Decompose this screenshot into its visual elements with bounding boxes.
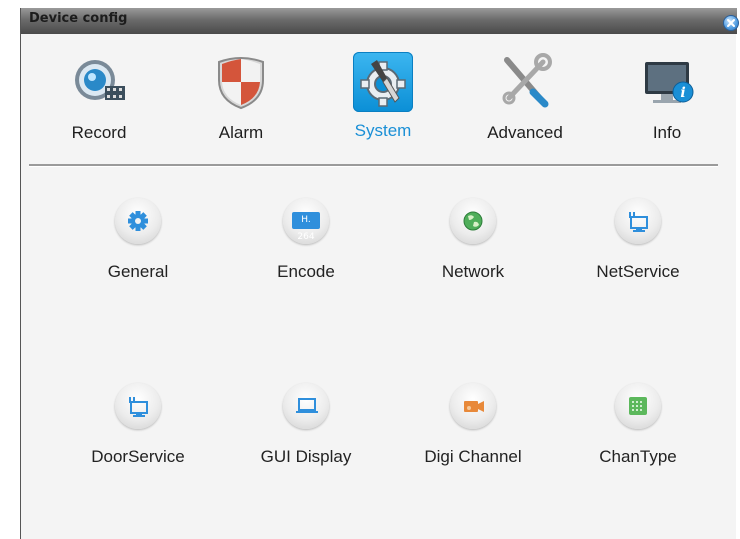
tab-advanced-label: Advanced (487, 123, 563, 142)
divider (29, 164, 718, 167)
globe-icon (450, 198, 496, 244)
alarm-shield-icon (209, 50, 273, 114)
tab-record-label: Record (71, 123, 127, 142)
tab-alarm-label: Alarm (218, 123, 264, 142)
item-digi-channel[interactable]: Digi Channel (413, 383, 533, 467)
category-tabs: Record Alarm System Advanced i Info (21, 34, 737, 169)
gear-icon (115, 198, 161, 244)
item-general-label: General (107, 262, 169, 281)
device-config-window: Device config Record Alarm System Advanc… (20, 8, 739, 539)
item-encode[interactable]: H. 264 Encode (246, 198, 366, 282)
item-netservice-label: NetService (596, 262, 680, 281)
tab-system[interactable]: System (333, 50, 433, 141)
h264-icon: H. 264 (283, 198, 329, 244)
tab-advanced[interactable]: Advanced (475, 50, 575, 143)
item-network[interactable]: Network (413, 198, 533, 282)
close-icon[interactable] (723, 15, 739, 31)
grid-icon (615, 383, 661, 429)
tools-icon (493, 50, 557, 114)
tab-info[interactable]: i Info (617, 50, 717, 143)
item-network-label: Network (441, 262, 505, 281)
item-digi-channel-label: Digi Channel (424, 447, 522, 466)
display-icon (283, 383, 329, 429)
item-encode-label: Encode (277, 262, 335, 281)
item-netservice[interactable]: NetService (578, 198, 698, 282)
tab-record[interactable]: Record (49, 50, 149, 143)
item-doorservice[interactable]: DoorService (78, 383, 198, 467)
camera-icon (450, 383, 496, 429)
item-chantype-label: ChanType (599, 447, 677, 466)
item-gui-display[interactable]: GUI Display (246, 383, 366, 467)
h264-badge: H. 264 (292, 212, 320, 242)
svg-text:i: i (680, 85, 685, 101)
tab-system-label: System (354, 121, 412, 140)
item-gui-display-label: GUI Display (260, 447, 352, 466)
window-title: Device config (29, 11, 128, 26)
item-doorservice-label: DoorService (91, 447, 185, 466)
door-monitor-icon (115, 383, 161, 429)
tab-info-label: Info (652, 123, 682, 142)
system-gear-icon (353, 52, 413, 112)
item-general[interactable]: General (78, 198, 198, 282)
record-icon (67, 50, 131, 114)
item-chantype[interactable]: ChanType (578, 383, 698, 467)
title-bar[interactable]: Device config (21, 8, 739, 34)
info-monitor-icon: i (635, 50, 699, 114)
net-monitor-icon (615, 198, 661, 244)
tab-alarm[interactable]: Alarm (191, 50, 291, 143)
